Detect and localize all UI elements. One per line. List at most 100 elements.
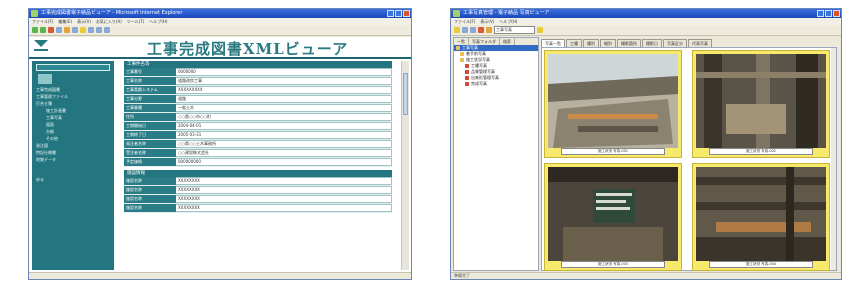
field-value: ○○建設株式会社 xyxy=(176,149,392,157)
photo-tab[interactable]: 代表写真 xyxy=(688,39,712,47)
favorites-icon[interactable] xyxy=(80,27,86,33)
category-select[interactable]: 工事写真 xyxy=(494,26,535,34)
print-icon[interactable] xyxy=(104,27,110,33)
delete-icon[interactable] xyxy=(478,27,484,33)
folder-tree-panel: 一覧 写真フォルダ 検索 工事写真 着手前写真 施工状況写真 工種写真 品質管理… xyxy=(453,37,539,271)
photo-tab[interactable]: 工種 xyxy=(566,39,582,47)
photo-title: 工事写真管理 - 電子納品 写真ビューア xyxy=(463,10,550,16)
sidebar-item[interactable]: 特記仕様書 xyxy=(36,150,110,156)
forward-icon[interactable] xyxy=(40,27,46,33)
menu-edit[interactable]: 編集(E) xyxy=(58,18,72,25)
field-label: 施設名称 xyxy=(124,186,176,194)
maximize-button[interactable] xyxy=(825,10,832,17)
sidebar-item[interactable]: 地質データ xyxy=(36,157,110,163)
close-button[interactable] xyxy=(403,10,410,17)
photo-tab[interactable]: 細別 xyxy=(600,39,616,47)
folder-icon xyxy=(460,52,464,56)
sidebar-item[interactable]: 打合せ簿 xyxy=(36,101,110,107)
sidebar-item[interactable]: 工事写真 xyxy=(36,115,110,121)
tree-item[interactable]: 完成写真 xyxy=(454,81,538,87)
folder-icon xyxy=(456,46,460,50)
table-row: 予定価格 000000000 xyxy=(124,158,392,167)
table-row: 工事番号 0000000 xyxy=(124,68,392,77)
viewer-sidebar: 工事完成図書 工事管理ファイル 打合せ簿 施工計画書 工事写真 図面 台帳 その… xyxy=(32,61,114,270)
photo-gallery: 施工状況 写真-001 施工状況 写真-002 施工状況 写真-003 施工状況… xyxy=(541,47,837,271)
photo-tab[interactable]: 写真一覧 xyxy=(541,39,565,47)
photo-tab[interactable]: 種別 xyxy=(583,39,599,47)
photo-caption: 施工状況 写真-001 xyxy=(561,148,665,155)
home-icon[interactable] xyxy=(64,27,70,33)
photo-caption: 施工状況 写真-002 xyxy=(709,148,813,155)
photo-icon xyxy=(465,82,469,86)
viewer-titlebar: 工事完成図書電子納品ビューア - Microsoft Internet Expl… xyxy=(29,9,411,18)
sidebar-item[interactable]: 施工計画書 xyxy=(36,108,110,114)
print-icon[interactable] xyxy=(470,27,476,33)
photo-menubar: ファイル(F) 表示(V) ヘルプ(H) xyxy=(451,18,841,25)
menu-tools[interactable]: ツール(T) xyxy=(127,18,145,25)
back-icon[interactable] xyxy=(32,27,38,33)
sidebar-item[interactable]: その他 xyxy=(36,136,110,142)
refresh-icon[interactable] xyxy=(56,27,62,33)
minimize-button[interactable] xyxy=(387,10,394,17)
photo-icon xyxy=(465,64,469,68)
photo-card[interactable]: 施工状況 写真-003 xyxy=(544,163,682,271)
field-label: 工事実績システム xyxy=(124,86,176,94)
maximize-button[interactable] xyxy=(395,10,402,17)
photo-icon xyxy=(465,76,469,80)
stop-icon[interactable] xyxy=(48,27,54,33)
open-folder-icon[interactable] xyxy=(454,27,460,33)
field-label: 工期開始日 xyxy=(124,122,176,130)
vertical-scrollbar[interactable] xyxy=(401,61,409,270)
photo-card[interactable]: 施工状況 写真-002 xyxy=(692,50,830,158)
field-value: ○○県○○市○○町 xyxy=(176,113,392,121)
close-button[interactable] xyxy=(833,10,840,17)
table-row: 施設名称 XXXXXXXX xyxy=(124,204,392,213)
photo-card[interactable]: 施工状況 写真-001 xyxy=(544,50,682,158)
sidebar-search-box[interactable] xyxy=(36,64,110,71)
sidebar-footer-link[interactable]: 戻る xyxy=(36,177,110,183)
viewer-toolbar xyxy=(29,25,411,36)
sidebar-item[interactable]: 台帳 xyxy=(36,129,110,135)
minimize-button[interactable] xyxy=(817,10,824,17)
menu-help[interactable]: ヘルプ(H) xyxy=(499,18,517,25)
field-value: 道路 xyxy=(176,95,392,103)
table-row: 発注者名称 ○○県○○土木事務所 xyxy=(124,140,392,149)
menu-help[interactable]: ヘルプ(H) xyxy=(149,18,167,25)
sidebar-item[interactable]: 工事管理ファイル xyxy=(36,94,110,100)
edit-icon[interactable] xyxy=(486,27,492,33)
menu-view[interactable]: 表示(V) xyxy=(77,18,91,25)
tree-tab[interactable]: 写真フォルダ xyxy=(469,38,500,45)
vertical-scrollbar[interactable] xyxy=(831,48,836,270)
field-label: 予定価格 xyxy=(124,158,176,166)
menu-favorites[interactable]: お気に入り(A) xyxy=(96,18,122,25)
menu-file[interactable]: ファイル(F) xyxy=(454,18,475,25)
logo-icon xyxy=(34,40,48,51)
sidebar-item[interactable]: 工事完成図書 xyxy=(36,87,110,93)
table-row: 工事分野 道路 xyxy=(124,95,392,104)
tree-tab[interactable]: 検索 xyxy=(500,38,515,45)
photo-card[interactable]: 施工状況 写真-004 xyxy=(692,163,830,271)
photo-caption: 施工状況 写真-003 xyxy=(561,261,665,268)
photo-toolbar: 工事写真 xyxy=(451,25,841,36)
tree-tab[interactable]: 一覧 xyxy=(454,38,469,45)
menu-file[interactable]: ファイル(F) xyxy=(32,18,53,25)
field-value: ○○県○○土木事務所 xyxy=(176,140,392,148)
photo-tab[interactable]: 写真区分 xyxy=(663,39,687,47)
history-icon[interactable] xyxy=(88,27,94,33)
folder-icon xyxy=(460,58,464,62)
field-value: 0000000 xyxy=(176,68,392,76)
photo-tab[interactable]: 撮影箇所 xyxy=(617,39,641,47)
viewer-content: 工事件名等 工事番号 0000000 工事名称 道路改良工事 工事実績システム XXX… xyxy=(124,61,392,270)
field-label: 工事名称 xyxy=(124,77,176,85)
mail-icon[interactable] xyxy=(96,27,102,33)
search-icon[interactable] xyxy=(72,27,78,33)
menu-view[interactable]: 表示(V) xyxy=(480,18,494,25)
sidebar-item[interactable]: 図面 xyxy=(36,122,110,128)
sidebar-item[interactable]: 発注図 xyxy=(36,143,110,149)
star-icon[interactable] xyxy=(537,27,543,33)
save-icon[interactable] xyxy=(462,27,468,33)
photo-tab[interactable]: 撮影日 xyxy=(642,39,662,47)
photo-tabs: 写真一覧 工種 種別 細別 撮影箇所 撮影日 写真区分 代表写真 xyxy=(541,39,837,47)
scrollbar-thumb[interactable] xyxy=(403,73,408,115)
field-label: 施設名称 xyxy=(124,195,176,203)
